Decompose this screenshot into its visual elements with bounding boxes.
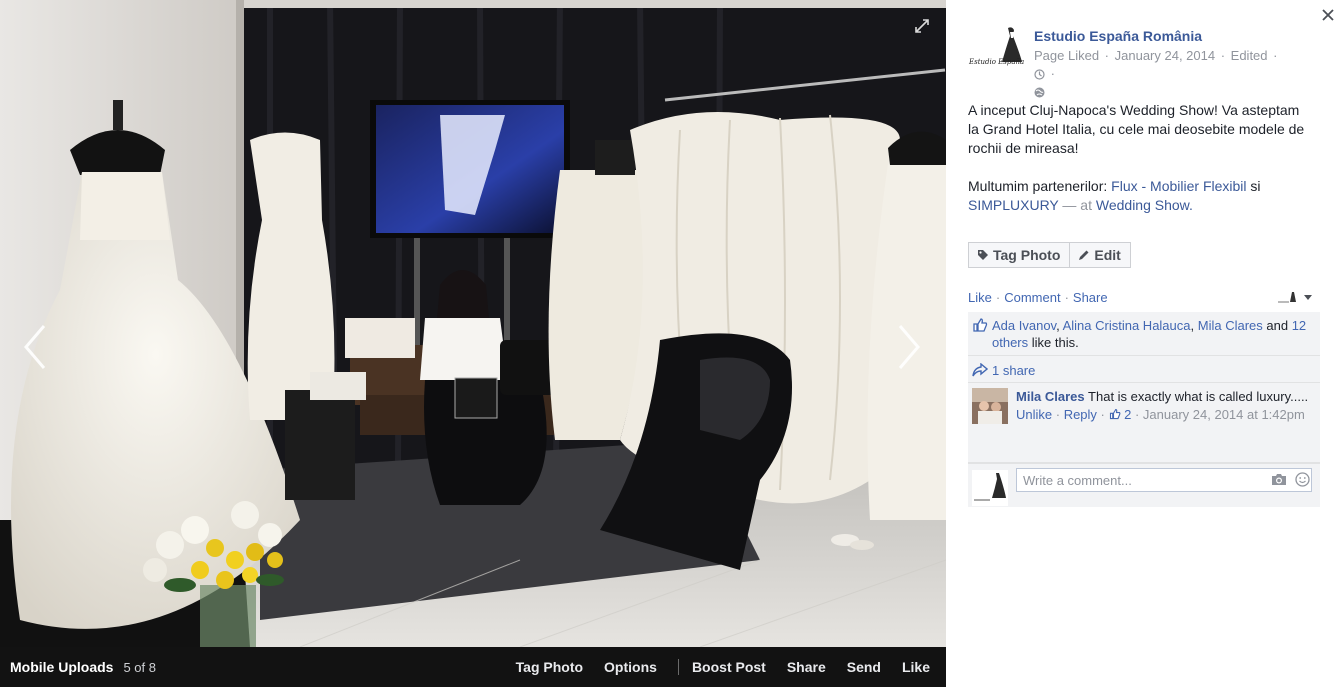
divider — [677, 659, 679, 675]
chevron-down-icon — [1304, 294, 1312, 300]
post-date[interactable]: January 24, 2014 — [1115, 48, 1215, 63]
post-text-paragraph: A inceput Cluj-Napoca's Wedding Show! Va… — [968, 102, 1305, 156]
like-action[interactable]: Like — [902, 659, 930, 675]
partner-flux-link[interactable]: Flux - Mobilier Flexibil — [1111, 178, 1246, 194]
period-text: . — [1189, 197, 1193, 213]
edited-label[interactable]: Edited — [1231, 48, 1268, 63]
tag-icon — [978, 250, 988, 260]
photo-action-bar: Mobile Uploads 5 of 8 Tag Photo Options … — [0, 647, 946, 687]
post-header: Estudio España Estudio España România Pa… — [968, 24, 1313, 98]
partner-simpluxury-link[interactable]: SIMPLUXURY — [968, 197, 1059, 213]
post-body: A inceput Cluj-Napoca's Wedding Show! Va… — [968, 101, 1313, 234]
comment-author-link[interactable]: Mila Clares — [1016, 389, 1085, 404]
comment-like-count[interactable]: 2 — [1124, 407, 1131, 422]
previous-photo-arrow-icon[interactable] — [20, 322, 50, 372]
and-text: si — [1246, 178, 1261, 194]
camera-icon[interactable] — [1271, 472, 1287, 486]
photo-buttons: Tag Photo Edit — [968, 242, 1131, 268]
globe-icon[interactable] — [1034, 87, 1045, 98]
photo-actions: Tag Photo Options Boost Post Share Send … — [516, 647, 946, 687]
options-action[interactable]: Options — [604, 659, 657, 675]
and-text: and — [1262, 318, 1292, 333]
liker-link[interactable]: Alina Cristina Halauca — [1063, 318, 1191, 333]
comment-timestamp[interactable]: January 24, 2014 at 1:42pm — [1143, 407, 1305, 422]
post-sidebar: Estudio España Estudio España România Pa… — [946, 0, 1343, 687]
album-link[interactable]: Mobile Uploads — [10, 659, 113, 675]
liker-link[interactable]: Ada Ivanov — [992, 318, 1056, 333]
unlike-link[interactable]: Unlike — [1016, 407, 1052, 422]
avatar-logo-text: Estudio España — [968, 58, 1024, 66]
comma-text: , — [1190, 318, 1198, 333]
reply-link[interactable]: Reply — [1064, 407, 1097, 422]
edit-label: Edit — [1094, 247, 1121, 263]
shares-link[interactable]: 1 share — [992, 363, 1035, 378]
share-link[interactable]: Share — [1073, 290, 1108, 305]
tag-photo-button[interactable]: Tag Photo — [968, 242, 1071, 268]
tag-photo-label: Tag Photo — [993, 247, 1061, 263]
emoji-icon[interactable] — [1295, 472, 1310, 487]
comment-meta: Unlike · Reply · 2 · January 24, 2014 at… — [1016, 407, 1305, 422]
thanks-text: Multumim partenerilor: — [968, 178, 1112, 194]
comment-like-icon[interactable] — [1109, 408, 1121, 420]
pencil-icon — [1079, 250, 1089, 260]
commenter-avatar[interactable] — [972, 388, 1008, 424]
comment-item: Mila Clares That is exactly what is call… — [968, 383, 1320, 463]
comment-text: That is exactly what is called luxury...… — [1088, 389, 1309, 404]
composer-page-avatar — [972, 470, 1008, 506]
comment-composer — [968, 463, 1320, 507]
next-photo-arrow-icon[interactable] — [894, 322, 924, 372]
thumbs-up-icon — [973, 318, 988, 332]
wedding-booth-photo — [0, 0, 946, 647]
like-this-text: like this. — [1028, 335, 1079, 350]
shares-summary: 1 share — [968, 356, 1320, 383]
post-thanks-paragraph: Multumim partenerilor: Flux - Mobilier F… — [968, 177, 1313, 215]
fullscreen-icon[interactable] — [914, 18, 930, 34]
page-liked-status: Page Liked — [1034, 48, 1100, 63]
at-text: — at — [1058, 197, 1096, 213]
page-name-link[interactable]: Estudio España România — [1034, 28, 1202, 44]
liker-link[interactable]: Mila Clares — [1198, 318, 1263, 333]
photo-position: 5 of 8 — [123, 659, 156, 675]
share-arrow-icon — [972, 363, 988, 377]
page-avatar[interactable]: Estudio España — [968, 24, 1024, 72]
likes-summary: Ada Ivanov, Alina Cristina Halauca, Mila… — [968, 312, 1320, 356]
photo-viewer: Mobile Uploads 5 of 8 Tag Photo Options … — [0, 0, 946, 687]
boost-post-action[interactable]: Boost Post — [692, 659, 766, 675]
edit-button[interactable]: Edit — [1070, 242, 1131, 268]
post-meta: Page Liked · January 24, 2014 · Edited ·… — [1034, 47, 1284, 101]
comment-input[interactable] — [1016, 468, 1312, 492]
composer-tools — [1271, 472, 1310, 487]
comment-link[interactable]: Comment — [1004, 290, 1060, 305]
share-action[interactable]: Share — [787, 659, 826, 675]
like-link[interactable]: Like — [968, 290, 992, 305]
tag-photo-action[interactable]: Tag Photo — [516, 659, 583, 675]
send-action[interactable]: Send — [847, 659, 881, 675]
post-actions: Like · Comment · Share — [968, 290, 1313, 305]
close-icon[interactable] — [1322, 9, 1334, 21]
location-icon — [1034, 69, 1045, 80]
location-link[interactable]: Wedding Show — [1096, 197, 1189, 213]
act-as-page-selector[interactable] — [1277, 291, 1313, 305]
page-avatar-small-icon — [1278, 291, 1296, 302]
feedback-panel: Ada Ivanov, Alina Cristina Halauca, Mila… — [968, 312, 1320, 507]
